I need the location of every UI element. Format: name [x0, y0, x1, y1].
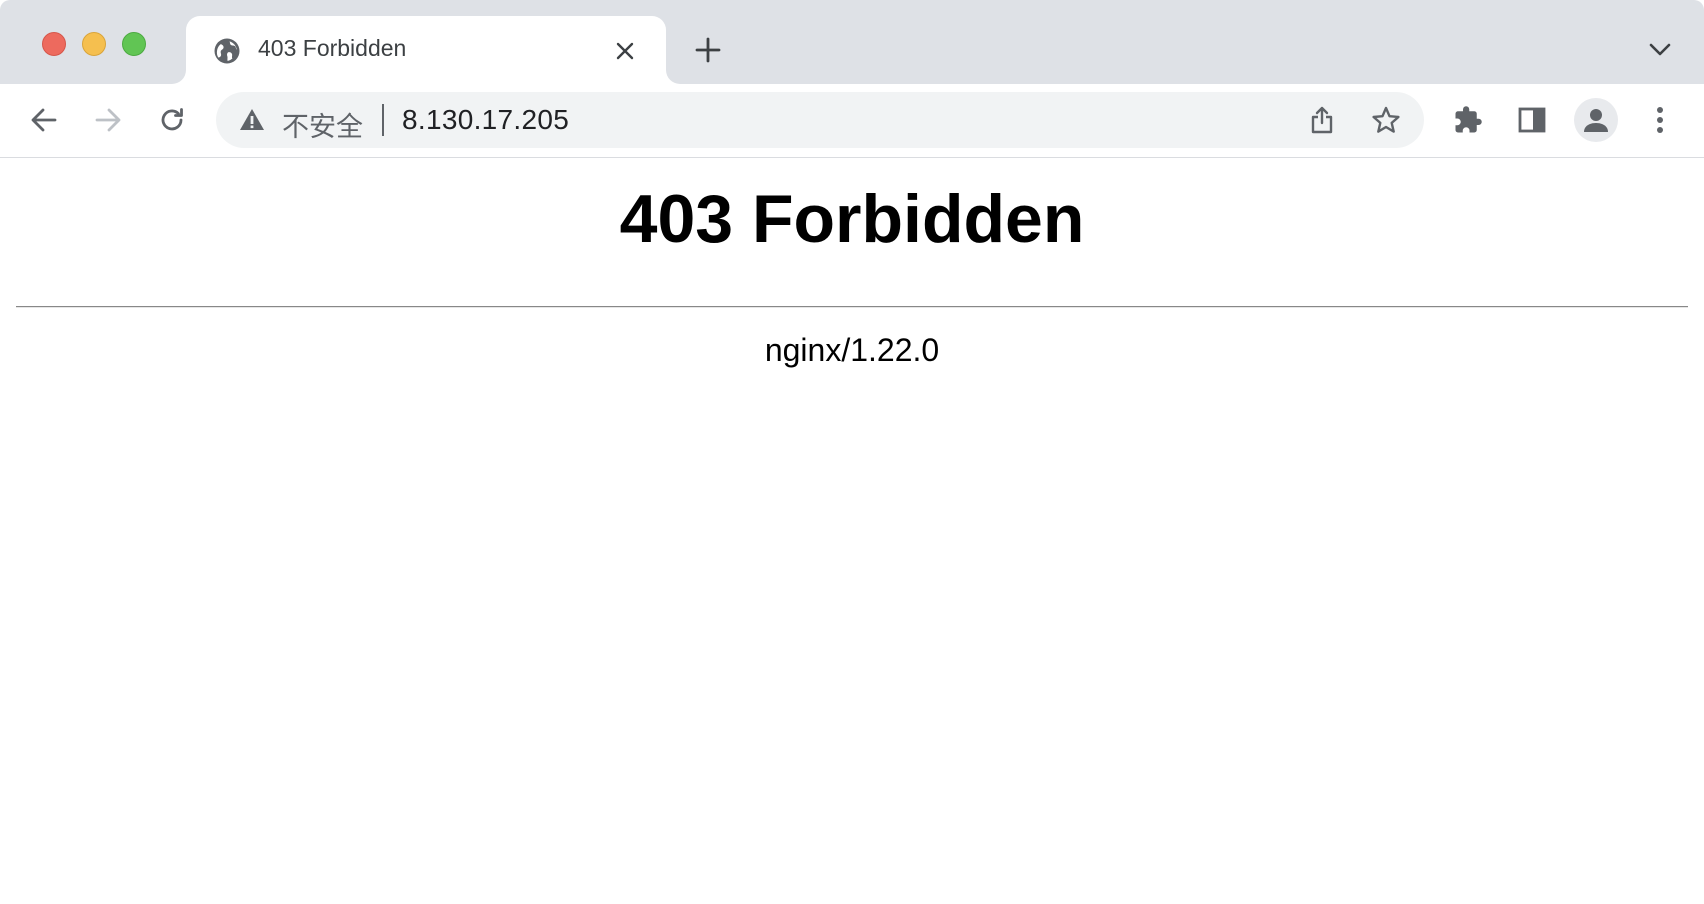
- omnibox-divider: [382, 104, 384, 136]
- share-icon[interactable]: [1306, 104, 1338, 136]
- close-window-button[interactable]: [42, 32, 66, 56]
- zoom-window-button[interactable]: [122, 32, 146, 56]
- side-panel-icon: [1518, 107, 1546, 133]
- reload-icon: [161, 108, 183, 131]
- bookmark-star-icon[interactable]: [1370, 104, 1402, 136]
- arrow-right-icon: [95, 108, 121, 132]
- side-panel-button[interactable]: [1512, 100, 1552, 140]
- warning-icon[interactable]: [238, 106, 266, 134]
- forward-button[interactable]: [88, 100, 128, 140]
- browser-window: 403 Forbidden 不安全 8.130.17.205 403 Forbi…: [0, 0, 1704, 904]
- chevron-down-icon: [1649, 43, 1671, 56]
- divider: [16, 306, 1688, 308]
- tab-title: 403 Forbidden: [258, 35, 407, 61]
- person-icon: [1584, 109, 1608, 132]
- page-content: 403 Forbidden nginx/1.22.0: [0, 158, 1704, 904]
- address-bar[interactable]: 不安全 8.130.17.205: [216, 92, 1424, 148]
- page-title: 403 Forbidden: [619, 181, 1085, 257]
- reload-button[interactable]: [152, 100, 192, 140]
- tab-close-icon[interactable]: [610, 36, 640, 66]
- extensions-button[interactable]: [1448, 100, 1488, 140]
- minimize-window-button[interactable]: [82, 32, 106, 56]
- toolbar: 不安全 8.130.17.205: [0, 84, 1704, 158]
- puzzle-icon: [1455, 106, 1482, 133]
- tab-active[interactable]: 403 Forbidden: [186, 16, 666, 84]
- tab-strip: 403 Forbidden: [0, 0, 1704, 84]
- new-tab-button[interactable]: [692, 34, 724, 66]
- menu-button[interactable]: [1640, 100, 1680, 140]
- arrow-left-icon: [31, 108, 57, 132]
- tab-search-button[interactable]: [1646, 36, 1674, 64]
- profile-avatar[interactable]: [1574, 98, 1618, 142]
- security-status-label[interactable]: 不安全: [282, 105, 363, 144]
- server-signature: nginx/1.22.0: [764, 332, 940, 368]
- more-vertical-icon: [1657, 107, 1663, 133]
- globe-icon: [212, 36, 242, 66]
- back-button[interactable]: [24, 100, 64, 140]
- plus-icon: [695, 37, 721, 63]
- url-text[interactable]: 8.130.17.205: [402, 104, 569, 136]
